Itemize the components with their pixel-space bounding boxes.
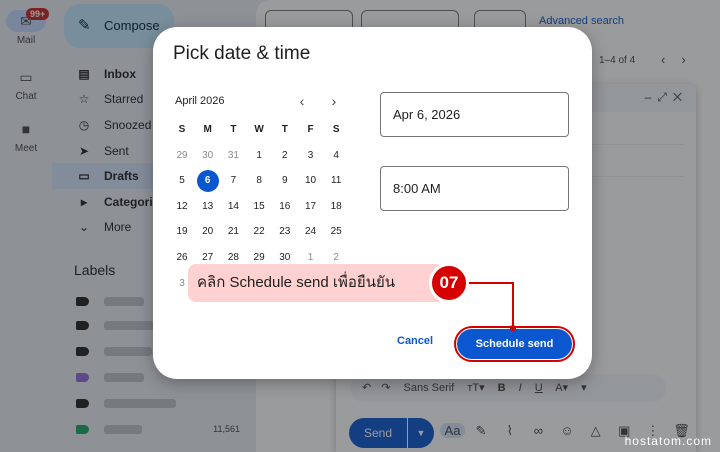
watermark: hostatom.com bbox=[624, 434, 712, 448]
step-number-badge: 07 bbox=[429, 263, 469, 303]
callout-connector bbox=[469, 282, 516, 331]
instruction-callout: คลิก Schedule send เพื่อยืนยัน bbox=[188, 264, 444, 302]
